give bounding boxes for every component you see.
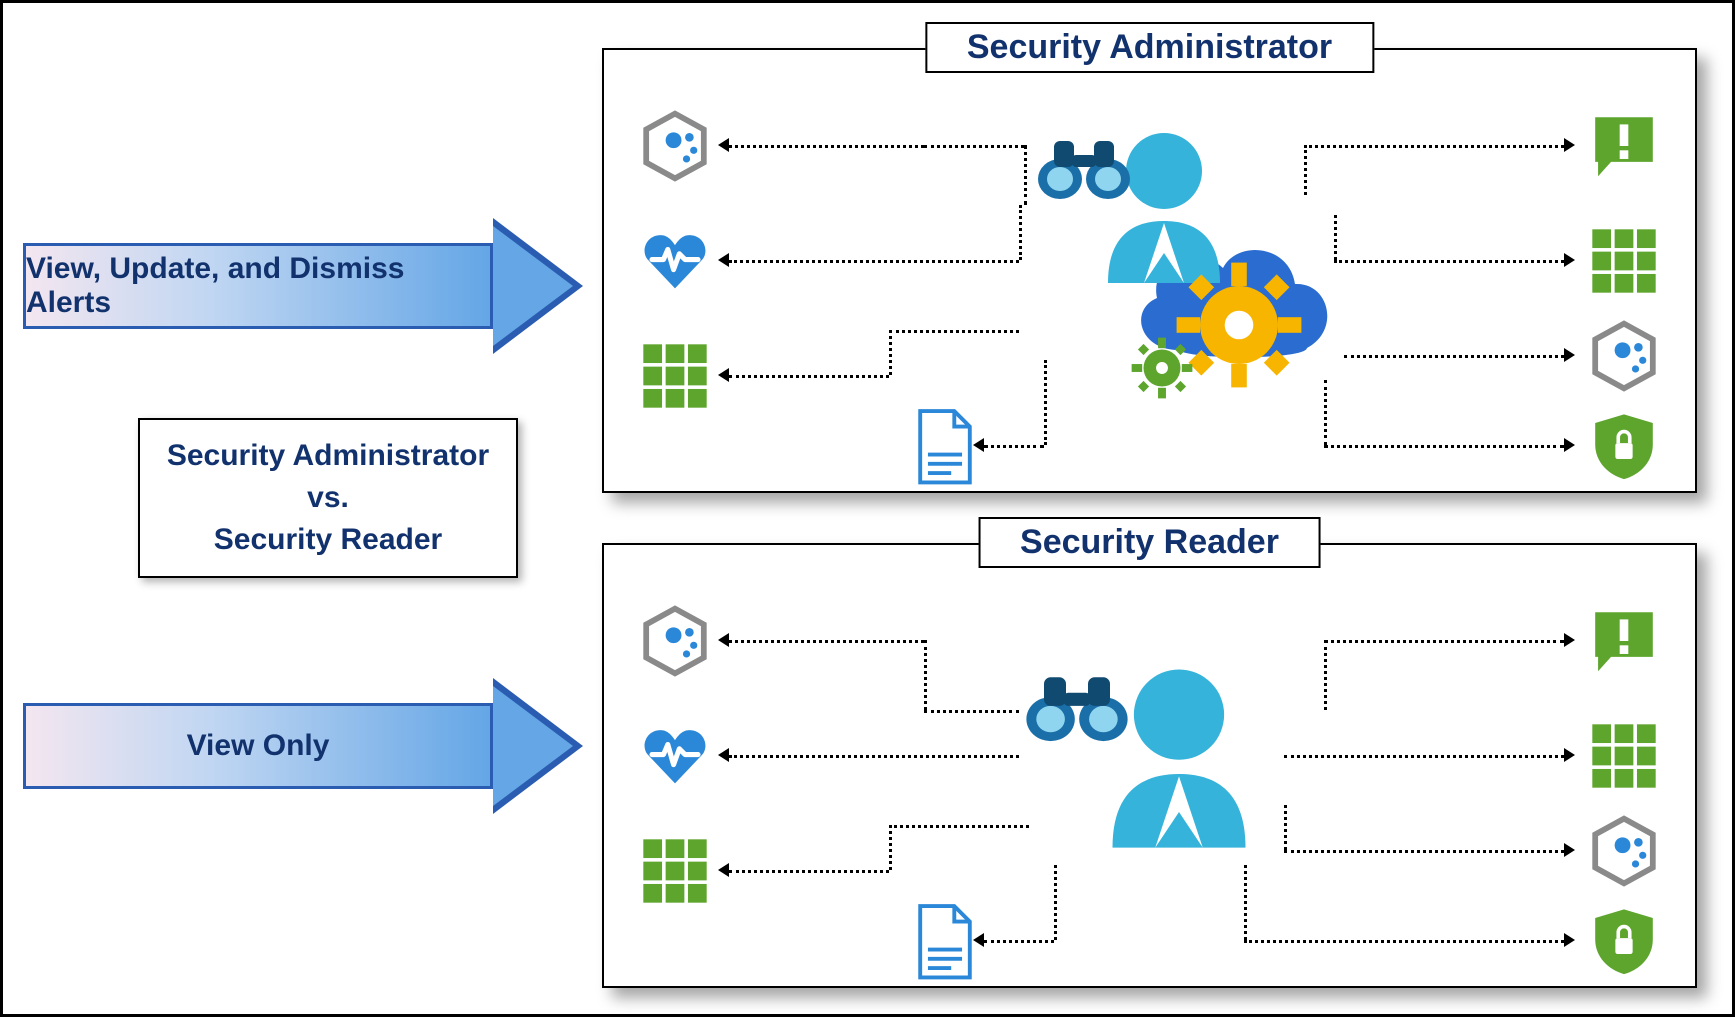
connector — [889, 330, 892, 375]
connector — [1304, 145, 1307, 195]
alert-icon — [1588, 605, 1660, 677]
arrow-admin-label: View, Update, and Dismiss Alerts — [23, 243, 493, 329]
connector — [1244, 940, 1564, 943]
connector — [1324, 640, 1327, 710]
connector — [1054, 865, 1057, 940]
connector — [729, 870, 889, 873]
arrow-head-icon — [493, 678, 583, 814]
connector — [889, 825, 1029, 828]
heart-pulse-icon — [639, 720, 711, 792]
hexagon-dots-icon — [639, 110, 711, 182]
connector — [984, 940, 1054, 943]
connector — [1334, 215, 1337, 260]
arrow-tip-icon — [718, 368, 729, 382]
diagram-canvas: View, Update, and Dismiss Alerts Securit… — [0, 0, 1735, 1017]
compare-box: Security Administrator vs. Security Read… — [138, 418, 518, 578]
document-icon — [914, 903, 976, 981]
panel-reader-title: Security Reader — [978, 517, 1321, 568]
arrow-head-icon — [493, 218, 583, 354]
connector — [1344, 355, 1564, 358]
alert-icon — [1588, 110, 1660, 182]
connector — [729, 260, 1019, 263]
connector — [889, 330, 1019, 333]
arrow-tip-icon — [718, 748, 729, 762]
arrow-tip-icon — [1564, 748, 1575, 762]
connector — [1244, 865, 1247, 940]
connector — [924, 710, 1019, 713]
heart-pulse-icon — [639, 225, 711, 297]
document-icon — [914, 408, 976, 486]
hexagon-dots-icon — [1588, 815, 1660, 887]
connector — [1284, 805, 1287, 850]
connector — [729, 375, 889, 378]
connector — [1324, 380, 1327, 445]
compare-line1: Security Administrator — [167, 435, 489, 477]
connector — [1024, 145, 1027, 205]
arrow-tip-icon — [1564, 633, 1575, 647]
arrow-tip-icon — [1564, 138, 1575, 152]
compare-line3: Security Reader — [214, 519, 442, 561]
reader-center-figure — [1024, 640, 1334, 900]
arrow-tip-icon — [1564, 933, 1575, 947]
connector — [1334, 260, 1564, 263]
connector — [1324, 640, 1564, 643]
shield-lock-icon — [1588, 410, 1660, 482]
arrow-tip-icon — [718, 633, 729, 647]
connector — [729, 755, 1019, 758]
arrow-admin: View, Update, and Dismiss Alerts — [23, 221, 583, 351]
panel-reader: Security Reader — [602, 543, 1697, 988]
grid-icon — [1588, 720, 1660, 792]
panel-admin: Security Administrator — [602, 48, 1697, 493]
arrow-tip-icon — [718, 138, 729, 152]
arrow-tip-icon — [1564, 348, 1575, 362]
compare-line2: vs. — [307, 477, 349, 519]
connector — [729, 145, 924, 148]
hexagon-dots-icon — [639, 605, 711, 677]
arrow-reader: View Only — [23, 681, 583, 811]
grid-icon — [1588, 225, 1660, 297]
arrow-reader-label: View Only — [23, 703, 493, 789]
connector — [1284, 850, 1564, 853]
grid-icon — [639, 835, 711, 907]
hexagon-dots-icon — [1588, 320, 1660, 392]
connector — [1284, 755, 1564, 758]
grid-icon — [639, 340, 711, 412]
connector — [984, 445, 1044, 448]
arrow-tip-icon — [973, 933, 984, 947]
connector — [889, 825, 892, 870]
binoculars-icon — [1034, 133, 1134, 203]
gear-small-icon — [1129, 335, 1195, 401]
connector — [924, 640, 927, 710]
connector — [729, 640, 924, 643]
connector — [1324, 445, 1564, 448]
arrow-tip-icon — [1564, 843, 1575, 857]
arrow-tip-icon — [718, 253, 729, 267]
binoculars-icon — [1022, 668, 1132, 746]
panel-admin-title: Security Administrator — [925, 22, 1374, 73]
arrow-tip-icon — [1564, 438, 1575, 452]
shield-lock-icon — [1588, 905, 1660, 977]
arrow-tip-icon — [1564, 253, 1575, 267]
connector — [1044, 360, 1047, 445]
admin-center-figure — [1024, 145, 1334, 405]
connector — [1019, 205, 1022, 260]
connector — [924, 145, 1024, 148]
connector — [1304, 145, 1564, 148]
arrow-tip-icon — [718, 863, 729, 877]
arrow-tip-icon — [973, 438, 984, 452]
